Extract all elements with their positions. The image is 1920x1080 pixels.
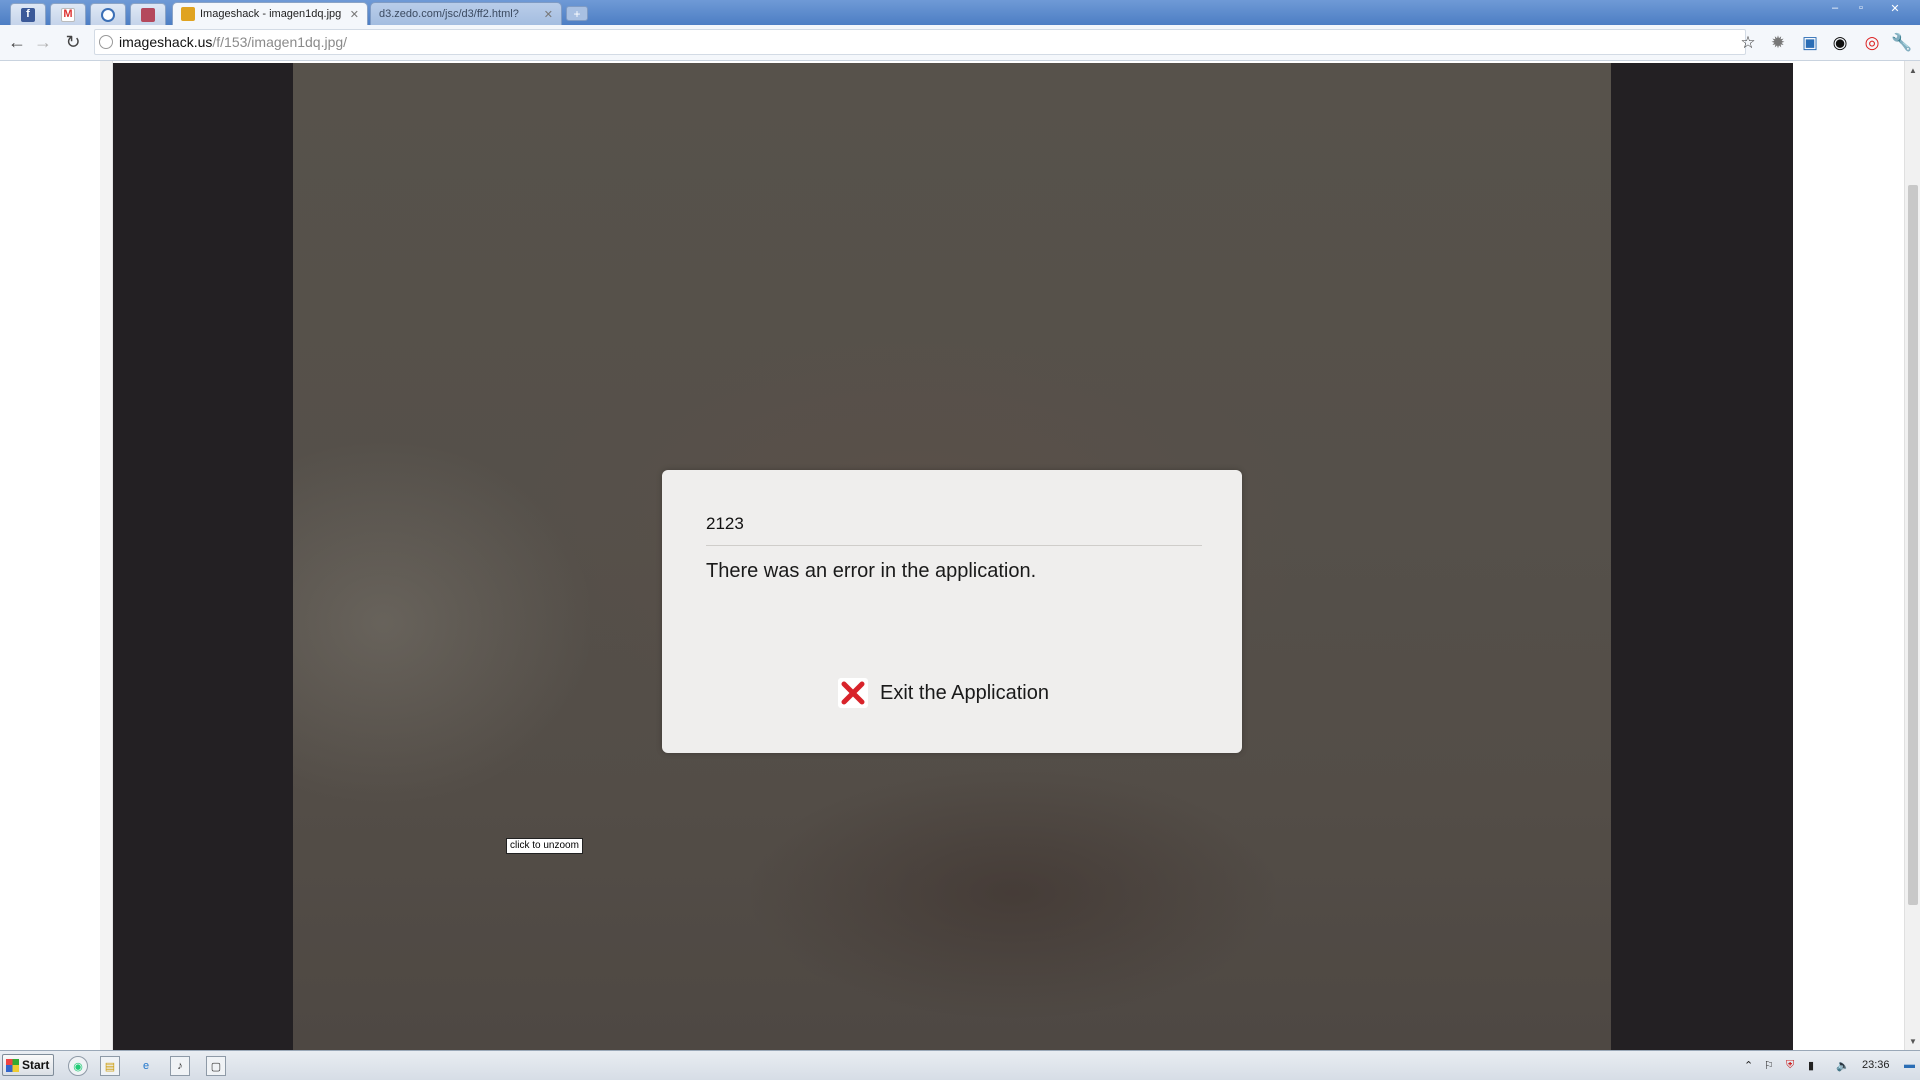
exit-application-button[interactable]: Exit the Application [838,675,1049,711]
facebook-icon: f [21,7,35,22]
page-left-gutter [100,61,113,1050]
pinned-tab-bookmark[interactable] [130,3,166,25]
app-taskbar-icon[interactable]: ♪ [170,1056,190,1076]
url-host: imageshack.us [119,34,213,50]
extension-window-icon[interactable]: ▣ [1800,33,1820,53]
error-dialog: 2123 There was an error in the applicati… [662,470,1242,753]
extension-opera-icon[interactable]: ◎ [1862,33,1882,53]
forward-arrow-icon[interactable]: → [32,31,54,53]
tray-shield-icon[interactable]: ⛨ [1786,1059,1794,1072]
tab-label: d3.zedo.com/jsc/d3/ff2.html? [379,8,519,20]
minimize-button[interactable]: – [1824,1,1846,15]
url-path: /f/153/imagen1dq.jpg/ [212,34,348,50]
window-taskbar-icon[interactable]: ▢ [206,1056,226,1076]
tab-close-icon[interactable]: ✕ [350,8,359,21]
scrollbar-thumb[interactable] [1908,185,1918,905]
dialog-divider [706,545,1202,546]
extension-gear-icon[interactable]: ✹ [1768,33,1788,53]
tab-zedo[interactable]: d3.zedo.com/jsc/d3/ff2.html? ✕ [370,2,562,25]
maximize-button[interactable]: ▫ [1850,1,1872,15]
tray-volume-icon[interactable]: 🔈 [1836,1059,1850,1072]
new-tab-button[interactable]: + [566,6,588,21]
unzoom-tooltip: click to unzoom [506,838,583,854]
pinned-tab-facebook[interactable]: f [10,3,46,25]
scroll-down-arrow-icon[interactable]: ▼ [1908,1036,1918,1046]
windows-flag-icon [6,1058,19,1072]
star-bookmark-icon[interactable]: ☆ [1738,33,1758,53]
start-label: Start [22,1058,50,1072]
pinned-tab-gmail[interactable]: M [50,3,86,25]
chrome-taskbar-icon[interactable]: ◉ [68,1056,88,1076]
vertical-scrollbar[interactable]: ▲ ▼ [1904,61,1920,1050]
tray-expand-icon[interactable]: ⌃ [1744,1059,1753,1072]
tab-strip: f M Imageshack - imagen1dq.jpg ✕ d3.zedo… [0,0,1920,25]
wrench-menu-icon[interactable]: 🔧 [1891,33,1912,53]
tray-network-icon[interactable]: ▮ [1808,1059,1814,1072]
extension-icon [101,7,115,22]
show-desktop-icon[interactable]: ▬ [1904,1059,1915,1071]
back-arrow-icon[interactable]: ← [6,31,28,53]
taskbar-clock[interactable]: 23:36 [1862,1059,1890,1071]
pinned-tab-extension[interactable] [90,3,126,25]
error-message: There was an error in the application. [706,560,1037,582]
red-x-icon [838,678,868,708]
page-content: click to unzoom 2123 There was an error … [0,61,1920,1050]
reload-icon[interactable]: ↻ [62,31,84,53]
exit-application-label: Exit the Application [880,681,1049,704]
scroll-up-arrow-icon[interactable]: ▲ [1908,65,1918,75]
tab-imageshack[interactable]: Imageshack - imagen1dq.jpg ✕ [172,2,368,25]
page-info-icon[interactable] [99,35,113,49]
extension-target-icon[interactable]: ◉ [1830,33,1850,53]
tab-label: Imageshack - imagen1dq.jpg [200,8,342,20]
tab-close-icon[interactable]: ✕ [544,8,553,21]
tray-flag-icon[interactable]: ⚐ [1764,1059,1774,1072]
close-window-button[interactable]: ✕ [1884,1,1906,15]
taskbar: Start ◉ ▤ e ♪ ▢ ⌃ ⚐ ⛨ ▮ 🔈 23:36 ▬ [0,1050,1920,1080]
error-code: 2123 [706,514,744,533]
gmail-icon: M [61,7,75,22]
start-button[interactable]: Start [2,1054,54,1076]
imageshack-favicon-icon [181,7,195,21]
folder-taskbar-icon[interactable]: ▤ [100,1056,120,1076]
address-bar[interactable]: imageshack.us/f/153/imagen1dq.jpg/ [94,29,1746,55]
bookmark-icon [141,7,155,22]
ie-taskbar-icon[interactable]: e [136,1056,156,1076]
browser-toolbar: ← → ↻ imageshack.us/f/153/imagen1dq.jpg/… [0,25,1920,61]
